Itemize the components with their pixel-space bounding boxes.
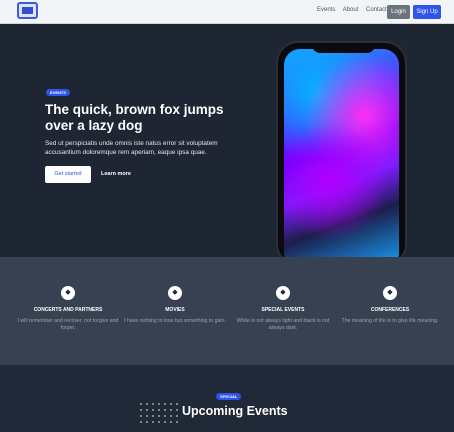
nav-link-about[interactable]: About xyxy=(343,7,359,13)
feature-description: I have nothing to lose but something to … xyxy=(124,318,226,324)
diamond-icon xyxy=(383,286,397,300)
feature-title: CONCERTS AND PARTNERS xyxy=(33,307,103,313)
nav-links: Events About Contact xyxy=(317,7,393,13)
feature-title: SPECIAL EVENTS xyxy=(261,307,305,313)
feature-title: MOVIES xyxy=(165,307,185,313)
phone-screen xyxy=(284,49,399,264)
special-badge: SPECIAL xyxy=(216,393,242,400)
diamond-icon xyxy=(61,286,75,300)
dot-grid-decoration xyxy=(140,403,180,423)
upcoming-title: Upcoming Events xyxy=(182,404,288,418)
diamond-icon xyxy=(276,286,290,300)
nav-link-events[interactable]: Events xyxy=(317,7,335,13)
login-button[interactable]: Login xyxy=(387,5,410,19)
events-badge: EVENTS xyxy=(46,89,71,96)
nav-link-contact[interactable]: Contact xyxy=(366,7,387,13)
diamond-icon xyxy=(168,286,182,300)
top-navbar: Events About Contact Login Sign Up xyxy=(0,0,454,24)
feature-description: I will remember and recover, not forgive… xyxy=(17,318,119,331)
learn-more-link[interactable]: Learn more xyxy=(101,171,131,177)
logo-icon[interactable] xyxy=(17,2,38,19)
get-started-button[interactable]: Get started xyxy=(45,166,91,183)
feature-description: White is not always light and black is n… xyxy=(236,318,330,331)
feature-description: The meaning of life is to give life mean… xyxy=(341,318,439,324)
hero-description: Sed ut perspiciatis unde omnis iste natu… xyxy=(45,140,218,156)
feature-title: CONFERENCES xyxy=(370,307,410,313)
signup-button[interactable]: Sign Up xyxy=(413,5,441,19)
hero-title: The quick, brown fox jumps over a lazy d… xyxy=(45,102,224,133)
phone-notch xyxy=(312,43,375,53)
phone-mockup-image xyxy=(276,41,407,266)
